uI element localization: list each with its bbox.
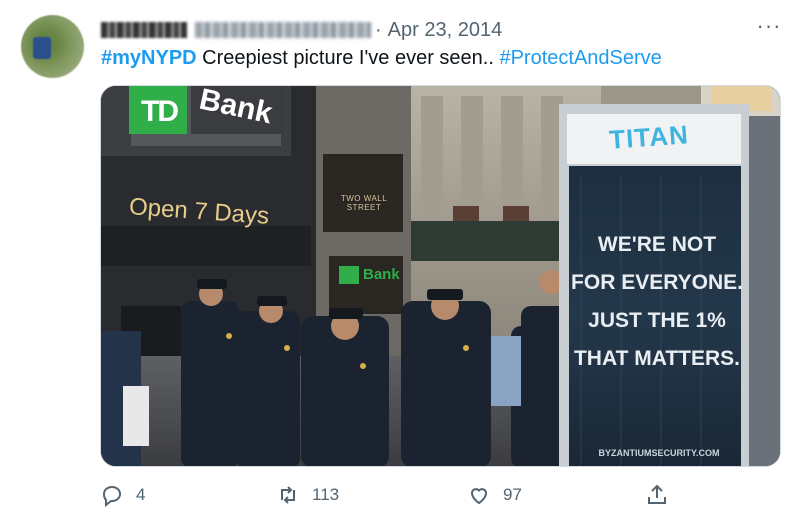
kiosk-ad-footer: BYZANTIUMSECURITY.COM [598, 448, 720, 458]
tweet-date[interactable]: Apr 23, 2014 [388, 19, 503, 42]
tweet-header: · Apr 23, 2014 [101, 18, 502, 42]
tweet-actions: 4 113 97 [100, 480, 690, 510]
ad-line: THAT MATTERS. [573, 347, 741, 370]
more-options-icon[interactable]: ··· [756, 15, 782, 37]
tweet[interactable]: · Apr 23, 2014 ··· #myNYPD Creepiest pic… [0, 0, 800, 518]
reply-count: 4 [136, 485, 146, 504]
hashtag-link[interactable]: #ProtectAndServe [499, 47, 661, 69]
small-bank-sign: Bank [363, 266, 400, 283]
reply-icon [102, 485, 122, 507]
avatar[interactable] [21, 15, 84, 78]
tweet-text: #myNYPD Creepiest picture I've ever seen… [101, 44, 662, 72]
share-button[interactable] [645, 480, 669, 510]
kiosk-ad-text: WE'RE NOT FOR EVERYONE. JUST THE 1% THAT… [571, 226, 743, 378]
share-icon [648, 484, 666, 504]
header-separator: · [375, 18, 382, 41]
retweet-count: 113 [312, 485, 340, 504]
reply-button[interactable]: 4 [100, 480, 145, 510]
ad-line: FOR EVERYONE. [571, 271, 743, 294]
retweet-button[interactable]: 113 [276, 480, 339, 510]
hashtag-link[interactable]: #myNYPD [101, 47, 197, 69]
retweet-icon [281, 486, 295, 504]
ad-line: WE'RE NOT [597, 233, 717, 256]
ad-line: JUST THE 1% [588, 309, 726, 332]
heart-icon [470, 488, 488, 505]
two-wall-street-sign: TWO WALL STREET [340, 194, 388, 212]
tweet-photo[interactable]: TD Bank Open 7 Days TWO WALL STREET Bank… [100, 85, 781, 467]
tweet-body-text: Creepiest picture I've ever seen.. [196, 47, 500, 69]
display-name-redacted[interactable] [101, 22, 187, 38]
like-button[interactable]: 97 [467, 480, 522, 510]
user-handle-redacted[interactable] [195, 22, 371, 38]
like-count: 97 [503, 485, 522, 504]
td-logo: TD [141, 95, 179, 128]
